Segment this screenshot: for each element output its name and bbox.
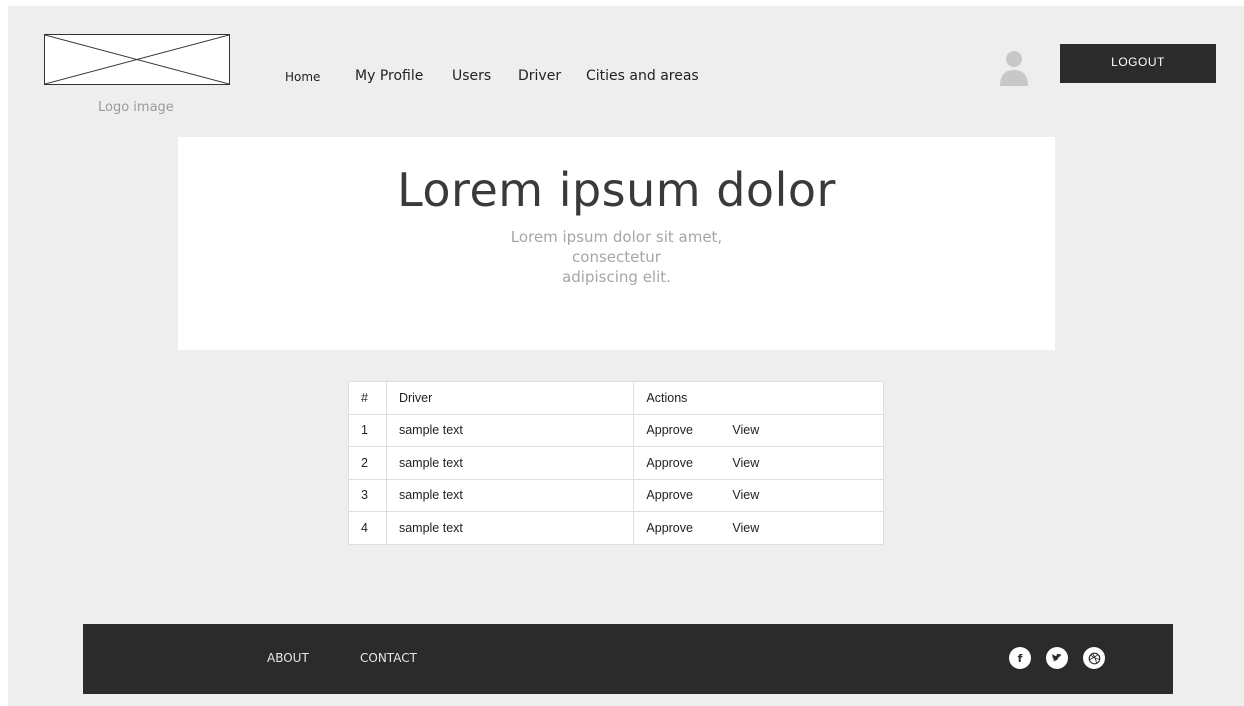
row-number: 4 bbox=[348, 511, 387, 545]
table-header-row: # Driver Actions bbox=[348, 381, 884, 415]
column-header-number: # bbox=[348, 381, 387, 415]
hero-subtitle-line: Lorem ipsum dolor sit amet, bbox=[510, 228, 723, 246]
table-row: 4 sample text Approve View bbox=[348, 511, 884, 545]
row-driver: sample text bbox=[385, 413, 635, 447]
approve-link[interactable]: Approve bbox=[646, 423, 732, 437]
row-actions: Approve View bbox=[633, 511, 884, 545]
row-actions: Approve View bbox=[633, 413, 884, 447]
table-row: 3 sample text Approve View bbox=[348, 478, 884, 512]
driver-table-container: # Driver Actions 1 sample text Approve Vi… bbox=[348, 381, 884, 545]
row-number: 1 bbox=[348, 413, 387, 447]
footer-about-link[interactable]: ABOUT bbox=[267, 651, 309, 665]
table-row: 2 sample text Approve View bbox=[348, 446, 884, 480]
view-link[interactable]: View bbox=[732, 423, 759, 437]
hero-subtitle-line: consectetur bbox=[572, 248, 661, 266]
row-driver: sample text bbox=[385, 511, 635, 545]
hero-subtitle-line: adipiscing elit. bbox=[562, 268, 671, 286]
column-header-driver: Driver bbox=[385, 381, 635, 415]
hero-subtitle: Lorem ipsum dolor sit amet, consectetur … bbox=[482, 227, 752, 287]
view-link[interactable]: View bbox=[732, 456, 759, 470]
user-avatar-icon[interactable] bbox=[998, 50, 1030, 86]
approve-link[interactable]: Approve bbox=[646, 521, 732, 535]
dribbble-ball-icon bbox=[1088, 652, 1100, 664]
driver-table: # Driver Actions 1 sample text Approve Vi… bbox=[348, 381, 884, 545]
row-actions: Approve View bbox=[633, 446, 884, 480]
view-link[interactable]: View bbox=[732, 521, 759, 535]
view-link[interactable]: View bbox=[732, 488, 759, 502]
twitter-bird-icon bbox=[1051, 653, 1062, 662]
hero-banner: Lorem ipsum dolor Lorem ipsum dolor sit … bbox=[178, 137, 1055, 350]
facebook-icon[interactable]: f bbox=[1009, 647, 1031, 669]
nav-home[interactable]: Home bbox=[285, 70, 320, 84]
nav-my-profile[interactable]: My Profile bbox=[355, 68, 423, 84]
nav-driver[interactable]: Driver bbox=[518, 68, 561, 84]
image-placeholder-icon bbox=[45, 35, 229, 84]
twitter-icon[interactable] bbox=[1046, 647, 1068, 669]
approve-link[interactable]: Approve bbox=[646, 488, 732, 502]
table-row: 1 sample text Approve View bbox=[348, 413, 884, 447]
footer: ABOUT CONTACT f bbox=[83, 624, 1173, 694]
nav-cities-and-areas[interactable]: Cities and areas bbox=[586, 68, 699, 84]
logout-button[interactable]: LOGOUT bbox=[1060, 44, 1216, 83]
nav-users[interactable]: Users bbox=[452, 68, 491, 84]
approve-link[interactable]: Approve bbox=[646, 456, 732, 470]
logo-caption: Logo image bbox=[98, 100, 174, 115]
row-number: 2 bbox=[348, 446, 387, 480]
hero-title: Lorem ipsum dolor bbox=[397, 163, 836, 217]
column-header-actions: Actions bbox=[633, 381, 884, 415]
row-number: 3 bbox=[348, 478, 387, 512]
row-driver: sample text bbox=[385, 446, 635, 480]
row-actions: Approve View bbox=[633, 478, 884, 512]
page-canvas: Logo image Home My Profile Users Driver … bbox=[8, 6, 1244, 706]
logo-image-placeholder[interactable] bbox=[44, 34, 230, 85]
footer-contact-link[interactable]: CONTACT bbox=[360, 651, 417, 665]
dribbble-icon[interactable] bbox=[1083, 647, 1105, 669]
row-driver: sample text bbox=[385, 478, 635, 512]
